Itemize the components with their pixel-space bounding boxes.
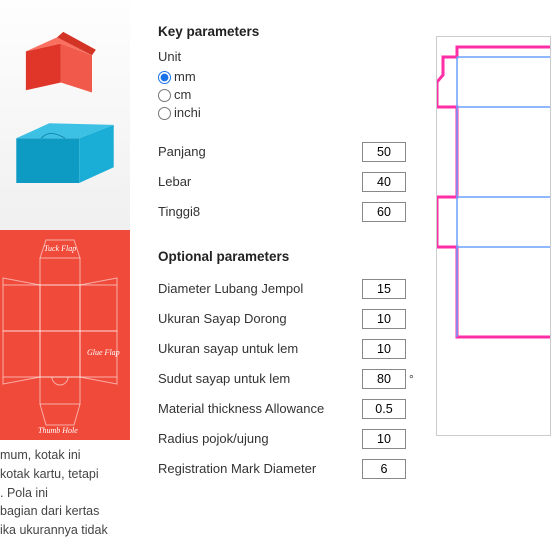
- unit-radio-cm[interactable]: cm: [158, 86, 418, 104]
- param-sayap-lem: Ukuran sayap untuk lem: [158, 334, 418, 364]
- param-panjang: Panjang: [158, 137, 418, 167]
- unit-radio-inchi[interactable]: inchi: [158, 104, 418, 122]
- dieline-preview-svg: [437, 37, 551, 436]
- dieline-svg: [0, 230, 130, 440]
- thumb-hole-label: Thumb Hole: [38, 426, 78, 435]
- preview-column: [426, 0, 551, 549]
- param-sudut-lem: Sudut sayap untuk lem °: [158, 364, 418, 394]
- lebar-input[interactable]: [362, 172, 406, 192]
- sayap-dorong-label: Ukuran Sayap Dorong: [158, 311, 362, 326]
- sayap-lem-input[interactable]: [362, 339, 406, 359]
- unfolded-diagram: Tuck Flap Glue Flap Thumb Hole: [0, 230, 130, 440]
- red-box-illustration: [18, 28, 96, 98]
- sudut-lem-input[interactable]: [362, 369, 406, 389]
- sayap-lem-label: Ukuran sayap untuk lem: [158, 341, 362, 356]
- unit-radio-mm-text: mm: [174, 68, 196, 86]
- panjang-input[interactable]: [362, 142, 406, 162]
- unit-radio-inchi-input[interactable]: [158, 107, 171, 120]
- reg-mark-label: Registration Mark Diameter: [158, 461, 362, 476]
- desc-line: mum, kotak ini: [0, 446, 130, 465]
- desc-line: ika ukurannya tidak: [0, 521, 130, 540]
- tinggi-label: Tinggi8: [158, 204, 362, 219]
- dia-jempol-input[interactable]: [362, 279, 406, 299]
- tuck-flap-label: Tuck Flap: [44, 244, 76, 253]
- radius-pojok-input[interactable]: [362, 429, 406, 449]
- param-tinggi: Tinggi8: [158, 197, 418, 227]
- param-mat-thick: Material thickness Allowance: [158, 394, 418, 424]
- unit-block: Unit mm cm inchi: [158, 49, 418, 123]
- unit-radio-mm-input[interactable]: [158, 71, 171, 84]
- left-column: Tuck Flap Glue Flap Thumb Hole mum, kota…: [0, 0, 130, 549]
- param-reg-mark: Registration Mark Diameter: [158, 454, 418, 484]
- tinggi-input[interactable]: [362, 202, 406, 222]
- sudut-lem-label: Sudut sayap untuk lem: [158, 371, 362, 386]
- dieline-preview: [436, 36, 551, 436]
- box-photo: [0, 0, 130, 230]
- unit-radio-mm[interactable]: mm: [158, 68, 418, 86]
- unit-radio-cm-text: cm: [174, 86, 191, 104]
- param-radius-pojok: Radius pojok/ujung: [158, 424, 418, 454]
- reg-mark-input[interactable]: [362, 459, 406, 479]
- blue-box-illustration: [10, 110, 120, 190]
- desc-line: bagian dari kertas: [0, 502, 130, 521]
- unit-label: Unit: [158, 49, 418, 64]
- param-dia-jempol: Diameter Lubang Jempol: [158, 274, 418, 304]
- desc-line: kotak kartu, tetapi: [0, 465, 130, 484]
- desc-line: . Pola ini: [0, 484, 130, 503]
- param-sayap-dorong: Ukuran Sayap Dorong: [158, 304, 418, 334]
- unit-radio-cm-input[interactable]: [158, 89, 171, 102]
- radius-pojok-label: Radius pojok/ujung: [158, 431, 362, 446]
- unit-radio-inchi-text: inchi: [174, 104, 201, 122]
- lebar-label: Lebar: [158, 174, 362, 189]
- description-text: mum, kotak ini kotak kartu, tetapi . Pol…: [0, 440, 130, 540]
- dia-jempol-label: Diameter Lubang Jempol: [158, 281, 362, 296]
- sudut-lem-suffix: °: [406, 372, 418, 386]
- glue-flap-label: Glue Flap: [87, 348, 120, 357]
- param-lebar: Lebar: [158, 167, 418, 197]
- opt-params-title: Optional parameters: [158, 249, 418, 264]
- mat-thick-input[interactable]: [362, 399, 406, 419]
- sayap-dorong-input[interactable]: [362, 309, 406, 329]
- panjang-label: Panjang: [158, 144, 362, 159]
- mat-thick-label: Material thickness Allowance: [158, 401, 362, 416]
- key-params-title: Key parameters: [158, 24, 418, 39]
- form-column: Key parameters Unit mm cm inchi Panjang …: [130, 0, 426, 549]
